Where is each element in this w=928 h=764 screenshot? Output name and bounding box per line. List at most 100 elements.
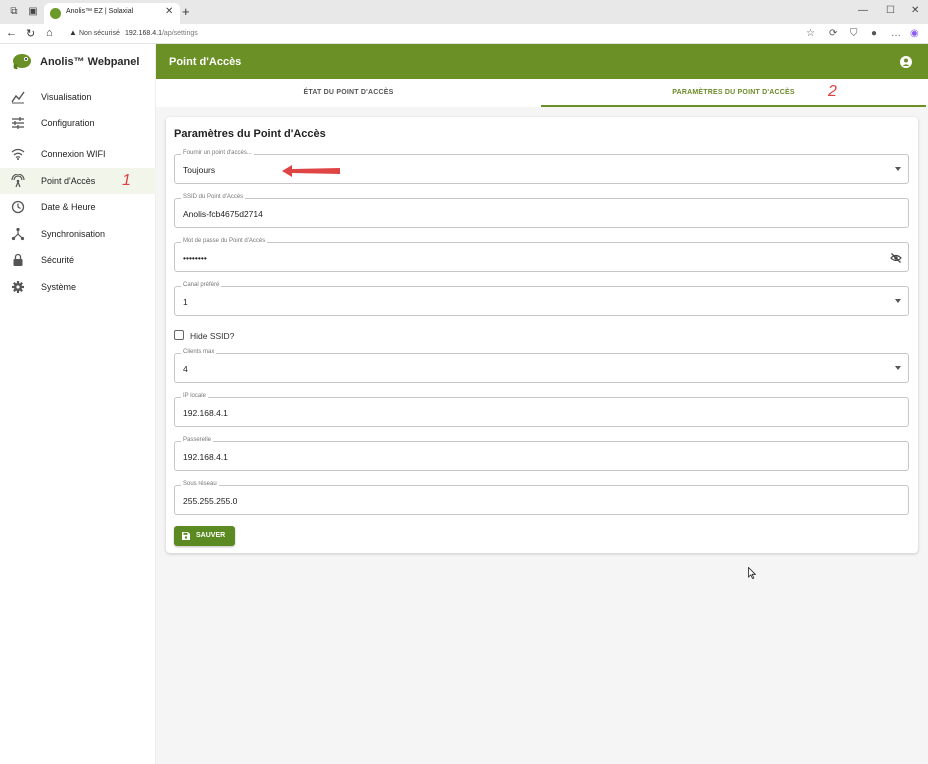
field-value: 255.255.255.0	[183, 496, 238, 506]
sidebar-item-security[interactable]: Sécurité	[0, 247, 156, 273]
hide-ssid-checkbox[interactable]	[174, 330, 184, 340]
close-window-icon[interactable]: ✕	[911, 5, 919, 16]
sidebar-item-configuration[interactable]: Configuration	[0, 110, 156, 136]
sidebar-item-label: Date & Heure	[41, 202, 96, 212]
sidebar-item-sync[interactable]: Synchronisation	[0, 221, 156, 247]
clock-icon	[11, 200, 25, 214]
minimize-icon[interactable]: —	[858, 5, 868, 16]
tabs: ÉTAT DU POINT D'ACCÈS PARAMÈTRES DU POIN…	[156, 79, 928, 107]
back-icon[interactable]: ←	[6, 27, 17, 39]
field-value: 4	[183, 364, 188, 374]
sidebar-item-label: Sécurité	[41, 255, 75, 265]
sidebar-item-label: Point d'Accès	[41, 176, 96, 186]
max-clients-select[interactable]: Clients max 4	[174, 349, 909, 383]
sync-icon	[11, 227, 25, 241]
main-content: Point d'Accès ÉTAT DU POINT D'ACCÈS PARA…	[156, 44, 928, 764]
password-field[interactable]: Mot de passe du Point d'Accès ••••••••	[174, 238, 909, 272]
url-text[interactable]: 192.168.4.1/ap/settings	[125, 30, 198, 37]
field-label: SSID du Point d'Accès	[181, 194, 246, 200]
floppy-disk-icon	[182, 532, 190, 540]
reload-icon[interactable]: ↻	[26, 27, 35, 40]
field-label: Sous réseau	[181, 481, 219, 487]
checkbox-label[interactable]: Hide SSID?	[190, 331, 234, 341]
tab-actions-icon[interactable]: ▣	[27, 6, 39, 18]
field-value: Toujours	[183, 165, 216, 175]
chevron-down-icon	[895, 299, 901, 303]
field-value: Anolis-fcb4675d2714	[183, 209, 263, 219]
save-label: SAUVER	[196, 532, 226, 539]
save-button[interactable]: SAUVER	[174, 526, 235, 546]
ssid-field[interactable]: SSID du Point d'Accès Anolis-fcb4675d271…	[174, 194, 909, 228]
field-label: Fournir un point d'accès...	[181, 150, 254, 156]
sidebar-item-date-time[interactable]: Date & Heure	[0, 194, 156, 220]
home-icon[interactable]: ⌂	[46, 27, 53, 39]
field-value: 192.168.4.1	[183, 408, 228, 418]
lock-icon	[13, 253, 23, 266]
field-value: 192.168.4.1	[183, 452, 228, 462]
browser-tab[interactable]: Anolis™ EZ | Solaxial ✕	[44, 3, 180, 24]
sidebar-item-visualisation[interactable]: Visualisation	[0, 84, 156, 110]
subnet-field[interactable]: Sous réseau 255.255.255.0	[174, 481, 909, 515]
field-label: Canal préféré	[181, 282, 222, 288]
shield-icon[interactable]: ⛉	[850, 28, 858, 39]
red-arrow-annotation	[282, 165, 340, 177]
annotation-number-2: 2	[828, 83, 837, 100]
sidebar-item-access-point[interactable]: Point d'Accès 1	[0, 168, 156, 194]
favorite-star-icon[interactable]: ☆	[806, 28, 815, 39]
field-label: Clients max	[181, 349, 217, 355]
settings-card: Paramètres du Point d'Accès Fournir un p…	[166, 117, 918, 553]
sidebar-item-label: Système	[41, 282, 77, 292]
form-title: Paramètres du Point d'Accès	[174, 128, 326, 140]
mouse-cursor-icon	[748, 567, 756, 579]
new-tab-button[interactable]: +	[182, 4, 190, 19]
sidebar-item-label: Connexion WIFI	[41, 149, 106, 159]
wifi-icon	[11, 148, 25, 160]
workspaces-icon[interactable]: ⧉	[8, 6, 20, 18]
security-status[interactable]: Non sécurisé	[79, 30, 120, 37]
copilot-icon[interactable]: ◉	[910, 28, 919, 39]
local-ip-field[interactable]: IP locale 192.168.4.1	[174, 393, 909, 427]
field-value: ••••••••	[183, 253, 207, 263]
extensions-icon[interactable]: ⟳	[829, 28, 837, 39]
tab-ap-status[interactable]: ÉTAT DU POINT D'ACCÈS	[156, 79, 541, 107]
chart-icon	[11, 91, 25, 104]
site-favicon-icon	[50, 8, 61, 19]
page-title: Point d'Accès	[169, 56, 242, 68]
sidebar-item-system[interactable]: Système	[0, 274, 156, 300]
field-label: IP locale	[181, 393, 208, 399]
annotation-number-1: 1	[122, 172, 131, 189]
sidebar-item-label: Visualisation	[41, 92, 92, 102]
tab-close-icon[interactable]: ✕	[165, 6, 173, 17]
warning-icon[interactable]: ▲	[69, 28, 77, 37]
sidebar-item-label: Configuration	[41, 118, 95, 128]
field-label: Passerelle	[181, 437, 214, 443]
sidebar-item-wifi[interactable]: Connexion WIFI	[0, 141, 156, 167]
sidebar-item-label: Synchronisation	[41, 229, 106, 239]
tab-label: ÉTAT DU POINT D'ACCÈS	[303, 89, 394, 96]
gear-icon	[12, 281, 24, 293]
browser-tab-bar: ⧉ ▣ Anolis™ EZ | Solaxial ✕ + — ☐ ✕	[0, 0, 928, 24]
browser-address-bar: ← ↻ ⌂ ▲ Non sécurisé 192.168.4.1/ap/sett…	[0, 24, 928, 44]
browser-tab-title: Anolis™ EZ | Solaxial	[66, 8, 134, 15]
chameleon-logo-icon	[13, 54, 31, 70]
tab-label: PARAMÈTRES DU POINT D'ACCÈS	[672, 89, 795, 96]
brand-name: Anolis™ Webpanel	[40, 56, 140, 68]
maximize-icon[interactable]: ☐	[886, 5, 895, 16]
gateway-field[interactable]: Passerelle 192.168.4.1	[174, 437, 909, 471]
field-value: 1	[183, 297, 188, 307]
field-label: Mot de passe du Point d'Accès	[181, 238, 268, 244]
channel-select[interactable]: Canal préféré 1	[174, 282, 909, 316]
account-icon[interactable]	[900, 56, 912, 68]
chevron-down-icon	[895, 167, 901, 171]
access-point-icon	[11, 174, 25, 188]
url-field[interactable]: ▲ Non sécurisé 192.168.4.1/ap/settings	[64, 26, 824, 42]
profile-icon[interactable]: ●	[871, 28, 877, 39]
app-bar: Point d'Accès	[156, 44, 928, 79]
brand: Anolis™ Webpanel	[0, 44, 156, 79]
eye-off-icon[interactable]	[890, 252, 902, 264]
sidebar: Anolis™ Webpanel Visualisation Configura…	[0, 44, 156, 764]
tab-ap-settings[interactable]: PARAMÈTRES DU POINT D'ACCÈS 2	[541, 79, 926, 107]
sliders-icon	[12, 117, 24, 129]
more-icon[interactable]: …	[891, 28, 901, 39]
chevron-down-icon	[895, 366, 901, 370]
